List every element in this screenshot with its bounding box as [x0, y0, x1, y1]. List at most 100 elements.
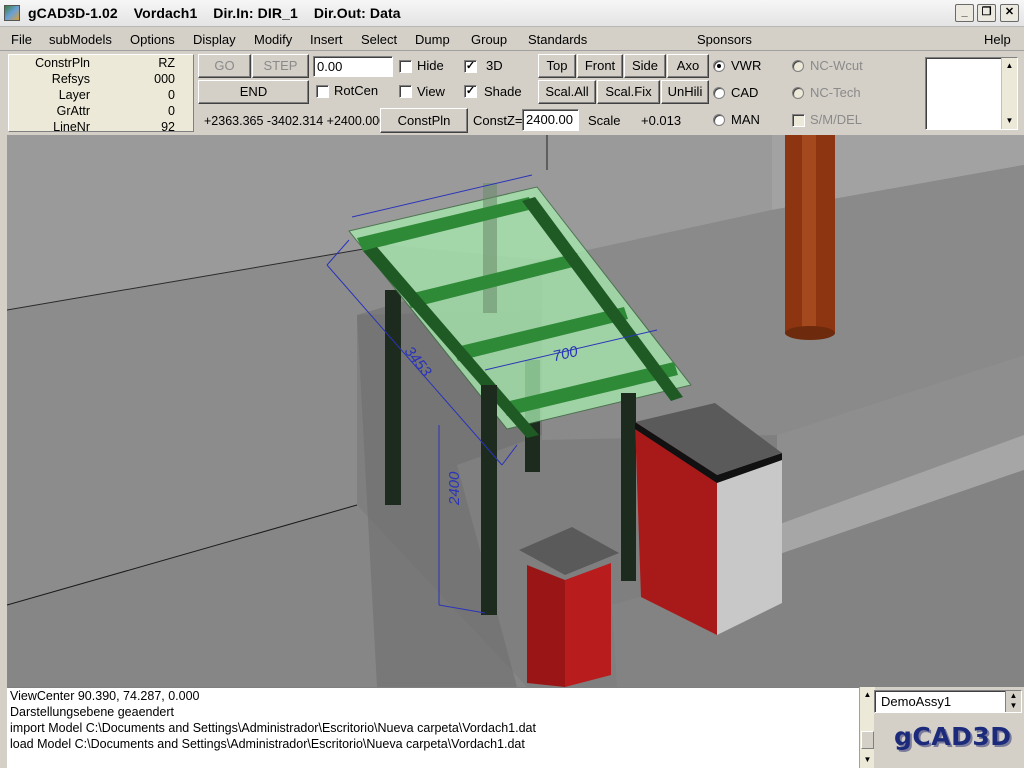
3d-checkbox[interactable]: ✓ [464, 60, 477, 73]
menu-display[interactable]: Display [193, 32, 236, 47]
menu-select[interactable]: Select [361, 32, 397, 47]
view-label: View [417, 84, 445, 99]
maximize-button[interactable]: ❐ [977, 4, 996, 22]
vwr-radio[interactable] [713, 60, 725, 72]
constz-label: ConstZ= [473, 113, 523, 128]
menu-insert[interactable]: Insert [310, 32, 343, 47]
info-value: 000 [154, 72, 175, 86]
man-radio[interactable] [713, 114, 725, 126]
app-name: gCAD3D-1.02 [28, 5, 118, 21]
console-line: import Model C:\Documents and Settings\A… [10, 721, 536, 735]
preview-list[interactable]: ▲ ▼ [925, 57, 1018, 130]
menu-group[interactable]: Group [471, 32, 507, 47]
info-value: 92 [161, 120, 175, 134]
menu-bar: File subModels Options Display Modify In… [0, 28, 1024, 51]
menu-help[interactable]: Help [984, 32, 1011, 47]
side-view-button[interactable]: Side [624, 54, 666, 78]
axo-view-button[interactable]: Axo [667, 54, 709, 78]
application-window: gCAD3D-1.02 Vordach1 Dir.In: DIR_1 Dir.O… [0, 0, 1024, 768]
nc-tech-radio[interactable] [792, 87, 804, 99]
scroll-down-icon[interactable]: ▼ [862, 754, 873, 765]
shade-label: Shade [484, 84, 522, 99]
info-label: Layer [58, 88, 90, 102]
scroll-thumb[interactable] [861, 731, 874, 749]
menu-submodels[interactable]: subModels [49, 32, 112, 47]
minimize-button[interactable]: _ [955, 4, 974, 22]
toolbar: ConstrPln RZ Refsys 000 Layer 0 GrAttr 0 Lin… [0, 52, 1024, 135]
scroll-up-icon[interactable]: ▲ [1004, 60, 1015, 71]
menu-options[interactable]: Options [130, 32, 175, 47]
close-button[interactable]: ✕ [1000, 4, 1019, 22]
menu-dump[interactable]: Dump [415, 32, 450, 47]
app-logo: gCAD3D [894, 722, 1012, 751]
menu-file[interactable]: File [11, 32, 32, 47]
assembly-select[interactable]: DemoAssy1 ▲ ▼ [874, 690, 1022, 713]
scroll-up-icon[interactable]: ▲ [862, 689, 873, 700]
assembly-value: DemoAssy1 [881, 694, 952, 709]
cursor-coordinates: +2363.365 -3402.314 +2400.000 [204, 114, 380, 128]
rotcen-label: RotCen [334, 83, 379, 98]
shade-checkbox[interactable]: ✓ [464, 85, 477, 98]
info-row: Refsys 000 [9, 72, 195, 88]
constpln-button[interactable]: ConstPln [380, 108, 468, 133]
scale-fix-button[interactable]: Scal.Fix [597, 80, 660, 104]
step-button[interactable]: STEP [252, 54, 309, 78]
smdel-label: S/M/DEL [810, 112, 863, 127]
post-back-left [385, 290, 401, 505]
box-small-front [527, 565, 565, 687]
go-button[interactable]: GO [198, 54, 251, 78]
info-row: GrAttr 0 [9, 104, 195, 120]
nc-wcut-radio[interactable] [792, 60, 804, 72]
scale-label: Scale [588, 113, 621, 128]
nc-tech-label: NC-Tech [810, 85, 861, 100]
menu-standards[interactable]: Standards [528, 32, 587, 47]
window-title: gCAD3D-1.02 Vordach1 Dir.In: DIR_1 Dir.O… [28, 5, 401, 21]
console-line: Darstellungsebene geaendert [10, 705, 175, 719]
info-label: GrAttr [56, 104, 90, 118]
end-button[interactable]: END [198, 80, 309, 104]
preview-scrollbar[interactable]: ▲ ▼ [1001, 58, 1017, 129]
rotcen-checkbox[interactable] [316, 85, 329, 98]
post-front-right [621, 393, 636, 581]
constz-input[interactable]: 2400.00 [522, 109, 579, 131]
info-value: 0 [168, 104, 175, 118]
console-scrollbar[interactable]: ▲ ▼ [859, 687, 875, 768]
dir-in: Dir.In: DIR_1 [213, 5, 298, 21]
cut-line [483, 183, 497, 313]
scroll-down-icon[interactable]: ▼ [1004, 115, 1015, 126]
3d-scene[interactable]: 3453 700 2400 [7, 135, 1024, 687]
top-view-button[interactable]: Top [538, 54, 576, 78]
model-name: Vordach1 [133, 5, 198, 21]
3d-label: 3D [486, 58, 503, 73]
3d-viewport[interactable]: 3453 700 2400 [7, 135, 1024, 687]
scale-all-button[interactable]: Scal.All [538, 80, 596, 104]
info-value: RZ [158, 56, 175, 70]
info-label: Refsys [51, 72, 90, 86]
vwr-label: VWR [731, 58, 762, 73]
pipe-highlight [802, 135, 816, 333]
box-large-side [717, 453, 782, 635]
info-row: ConstrPln RZ [9, 56, 195, 72]
cad-radio[interactable] [713, 87, 725, 99]
dimension-text-2400: 2400 [446, 471, 463, 506]
man-label: MAN [731, 112, 760, 127]
dir-out: Dir.Out: Data [313, 5, 401, 21]
info-panel: ConstrPln RZ Refsys 000 Layer 0 GrAttr 0 Lin… [8, 54, 195, 134]
menu-sponsors[interactable]: Sponsors [697, 32, 752, 47]
post-front-left [481, 385, 497, 615]
unhilite-button[interactable]: UnHili [661, 80, 709, 104]
title-bar: gCAD3D-1.02 Vordach1 Dir.In: DIR_1 Dir.O… [0, 0, 1024, 27]
front-view-button[interactable]: Front [577, 54, 623, 78]
value-input[interactable]: 0.00 [313, 56, 393, 77]
message-console: ViewCenter 90.390, 74.287, 0.000 Darstel… [7, 687, 859, 768]
console-line: ViewCenter 90.390, 74.287, 0.000 [10, 689, 200, 703]
spinner-icon[interactable]: ▲ ▼ [1005, 691, 1021, 712]
view-checkbox[interactable] [399, 85, 412, 98]
smdel-checkbox[interactable] [792, 114, 805, 127]
scale-value: +0.013 [641, 113, 682, 128]
logo-panel: gCAD3D [874, 714, 1022, 768]
nc-wcut-label: NC-Wcut [810, 58, 863, 73]
hide-checkbox[interactable] [399, 60, 412, 73]
info-row: Layer 0 [9, 88, 195, 104]
menu-modify[interactable]: Modify [254, 32, 292, 47]
